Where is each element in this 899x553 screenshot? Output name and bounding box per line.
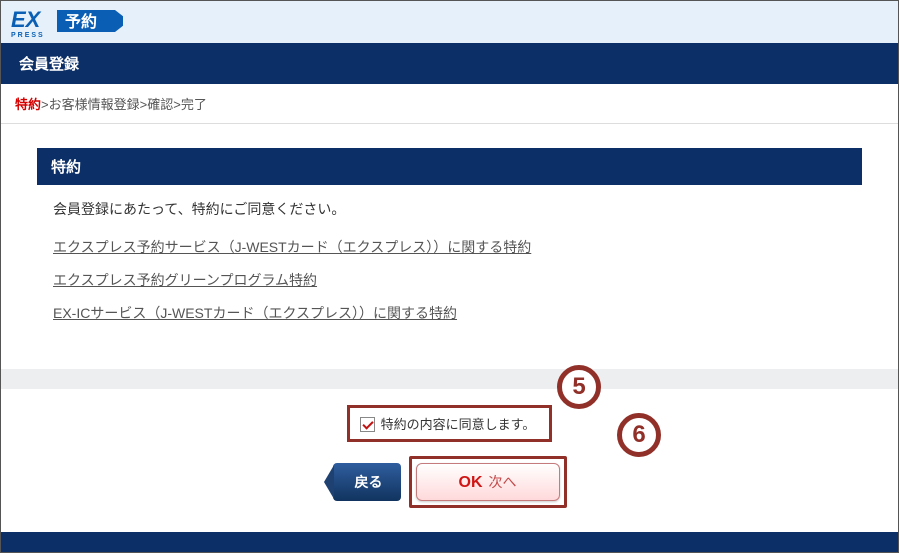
main-content: 特約 会員登録にあたって、特約にご同意ください。 エクスプレス予約サービス（J-… (1, 124, 898, 369)
logo-yoyaku-text: 予約 (65, 12, 97, 31)
agree-label: 特約の内容に同意します。 (381, 417, 536, 432)
breadcrumb: 特約>お客様情報登録>確認>完了 (1, 84, 898, 124)
breadcrumb-current: 特約 (15, 97, 41, 112)
callout-badge-6: 6 (617, 413, 661, 457)
logo-ex-text: EX (11, 7, 42, 32)
back-button[interactable]: 戻る (333, 463, 401, 501)
logo-press-text: PRESS (11, 32, 45, 39)
checkbox-checked-icon[interactable] (360, 417, 375, 432)
agree-area: 特約の内容に同意します。 戻る OK 次へ (1, 389, 898, 532)
terms-link-1[interactable]: エクスプレス予約サービス（J-WESTカード（エクスプレス））に関する特約 (53, 235, 531, 260)
ok-next-button[interactable]: OK 次へ (416, 463, 560, 501)
page-header: 会員登録 (1, 43, 898, 84)
agree-checkbox-box[interactable]: 特約の内容に同意します。 (347, 405, 553, 442)
terms-link-list: エクスプレス予約サービス（J-WESTカード（エクスプレス））に関する特約 エク… (53, 231, 846, 331)
callout-badge-5: 5 (557, 365, 601, 409)
breadcrumb-step-2: 確認 (147, 97, 173, 112)
divider-band (1, 369, 898, 389)
footer-bar (1, 532, 898, 552)
back-button-label: 戻る (355, 474, 383, 490)
next-text: 次へ (489, 474, 517, 490)
page-title: 会員登録 (19, 56, 79, 73)
intro-text: 会員登録にあたって、特約にご同意ください。 (53, 199, 846, 219)
breadcrumb-step-3: 完了 (181, 97, 207, 112)
button-row: 戻る OK 次へ (333, 456, 567, 508)
header-top: EX PRESS 予約 (1, 1, 898, 43)
section-body: 会員登録にあたって、特約にご同意ください。 エクスプレス予約サービス（J-WES… (37, 185, 862, 359)
ok-next-highlight: OK 次へ (409, 456, 567, 508)
ok-text: OK (459, 474, 483, 491)
section-title: 特約 (37, 148, 862, 185)
breadcrumb-step-1: お客様情報登録 (49, 97, 140, 112)
terms-link-2[interactable]: エクスプレス予約グリーンプログラム特約 (53, 268, 317, 293)
terms-link-3[interactable]: EX-ICサービス（J-WESTカード（エクスプレス））に関する特約 (53, 301, 457, 326)
express-yoyaku-logo: EX PRESS 予約 (11, 7, 123, 39)
